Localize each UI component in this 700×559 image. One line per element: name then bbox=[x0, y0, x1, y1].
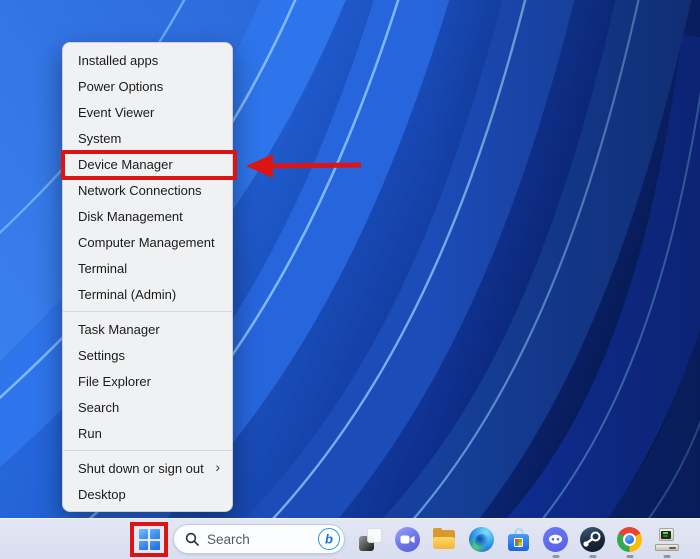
chrome-icon bbox=[617, 527, 642, 552]
menu-item-label: Settings bbox=[78, 347, 125, 363]
menu-item-label: Desktop bbox=[78, 486, 126, 502]
magnifier-icon bbox=[185, 532, 199, 546]
menu-item-terminal-admin[interactable]: Terminal (Admin) bbox=[63, 281, 232, 307]
menu-item-run[interactable]: Run bbox=[63, 420, 232, 446]
menu-item-label: File Explorer bbox=[78, 373, 151, 389]
running-indicator bbox=[626, 555, 633, 558]
running-indicator bbox=[663, 555, 670, 558]
menu-item-label: System bbox=[78, 130, 122, 146]
windows-logo-icon bbox=[138, 529, 160, 550]
chrome-button[interactable] bbox=[611, 519, 648, 559]
menu-item-task-manager[interactable]: Task Manager bbox=[63, 316, 232, 342]
menu-item-label: Run bbox=[78, 425, 102, 441]
menu-item-label: Terminal bbox=[78, 260, 128, 276]
menu-item-label: Search bbox=[78, 399, 120, 415]
menu-item-settings[interactable]: Settings bbox=[63, 342, 232, 368]
microsoft-store-icon bbox=[507, 528, 530, 551]
taskbar-search-box[interactable]: Search b bbox=[173, 524, 345, 554]
running-indicator bbox=[552, 555, 559, 558]
menu-item-label: Disk Management bbox=[78, 208, 183, 224]
search-placeholder: Search bbox=[207, 531, 250, 547]
menu-item-desktop[interactable]: Desktop bbox=[63, 481, 232, 507]
menu-item-label: Terminal (Admin) bbox=[78, 286, 177, 302]
menu-item-label: Network Connections bbox=[78, 182, 202, 198]
menu-item-search[interactable]: Search bbox=[63, 394, 232, 420]
menu-item-power-options[interactable]: Power Options bbox=[63, 73, 232, 99]
menu-item-shutdown-or-sign-out[interactable]: Shut down or sign out › bbox=[63, 455, 232, 481]
start-button[interactable] bbox=[130, 522, 168, 557]
menu-item-label: Device Manager bbox=[78, 156, 173, 172]
edge-icon bbox=[469, 527, 494, 552]
menu-divider bbox=[63, 311, 232, 312]
menu-item-network-connections[interactable]: Network Connections bbox=[63, 177, 232, 203]
menu-item-file-explorer[interactable]: File Explorer bbox=[63, 368, 232, 394]
file-explorer-icon bbox=[433, 528, 456, 549]
retro-pc-app-button[interactable] bbox=[648, 519, 685, 559]
menu-item-label: Task Manager bbox=[78, 321, 160, 337]
taskbar: Search b bbox=[0, 518, 700, 559]
menu-item-disk-management[interactable]: Disk Management bbox=[63, 203, 232, 229]
menu-item-label: Shut down or sign out bbox=[78, 460, 204, 476]
taskbar-icons bbox=[352, 519, 685, 559]
retro-pc-app-icon bbox=[654, 528, 679, 551]
discord-button[interactable] bbox=[537, 519, 574, 559]
menu-divider bbox=[63, 450, 232, 451]
menu-item-device-manager[interactable]: Device Manager bbox=[63, 151, 232, 177]
menu-item-label: Event Viewer bbox=[78, 104, 155, 120]
microsoft-store-button[interactable] bbox=[500, 519, 537, 559]
desktop: Installed apps Power Options Event Viewe… bbox=[0, 0, 700, 559]
chat-button[interactable] bbox=[389, 519, 426, 559]
menu-item-event-viewer[interactable]: Event Viewer bbox=[63, 99, 232, 125]
menu-item-terminal[interactable]: Terminal bbox=[63, 255, 232, 281]
menu-item-label: Installed apps bbox=[78, 52, 159, 68]
menu-item-installed-apps[interactable]: Installed apps bbox=[63, 47, 232, 73]
chat-icon bbox=[395, 527, 420, 552]
menu-item-label: Computer Management bbox=[78, 234, 215, 250]
steam-icon bbox=[580, 527, 605, 552]
task-view-icon bbox=[359, 528, 382, 551]
discord-icon bbox=[543, 527, 568, 552]
running-indicator bbox=[589, 555, 596, 558]
steam-button[interactable] bbox=[574, 519, 611, 559]
menu-item-label: Power Options bbox=[78, 78, 164, 94]
winx-context-menu: Installed apps Power Options Event Viewe… bbox=[62, 42, 233, 512]
task-view-button[interactable] bbox=[352, 519, 389, 559]
chevron-right-icon: › bbox=[215, 459, 220, 475]
file-explorer-button[interactable] bbox=[426, 519, 463, 559]
menu-item-computer-management[interactable]: Computer Management bbox=[63, 229, 232, 255]
menu-item-system[interactable]: System bbox=[63, 125, 232, 151]
bing-icon[interactable]: b bbox=[318, 528, 340, 550]
edge-button[interactable] bbox=[463, 519, 500, 559]
